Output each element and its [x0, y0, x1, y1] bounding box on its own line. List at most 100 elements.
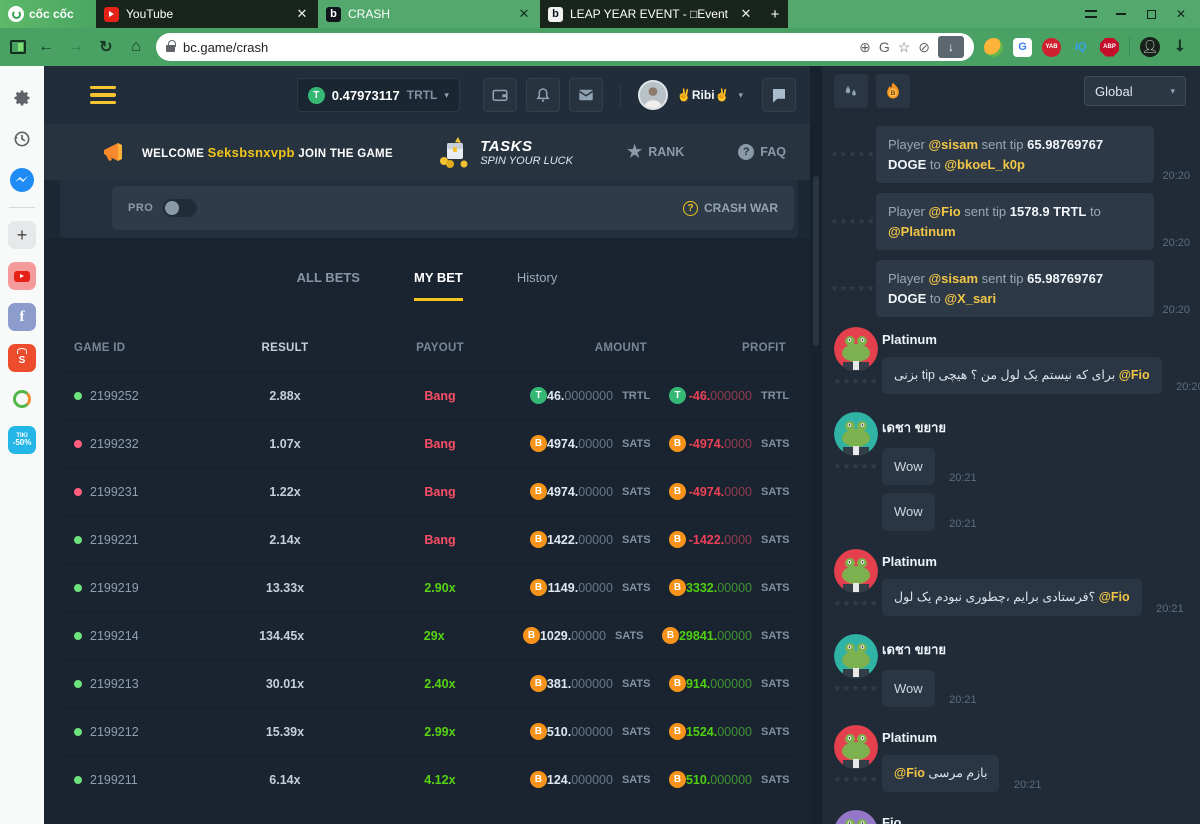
message-body: เดชา ขยายWow20:21 [882, 634, 1190, 716]
avatar[interactable] [834, 634, 878, 678]
url-text[interactable]: bc.game/crash [183, 40, 851, 55]
forward-button[interactable]: → [66, 38, 86, 56]
coindrop-fire-button[interactable]: B [876, 74, 910, 108]
username[interactable]: ✌Ribi✌ [677, 88, 730, 102]
restore-button[interactable] [1138, 3, 1164, 25]
game-id-cell: 2199252 [60, 389, 210, 403]
extension-abp-icon[interactable]: ABP [1100, 38, 1119, 57]
coccoc-shortcut-icon[interactable] [8, 385, 36, 413]
chat-username[interactable]: Platinum [882, 554, 1190, 569]
rain-icon-button[interactable] [834, 74, 868, 108]
table-row[interactable]: 21992311.22xBang4974.00000SATS-4974.0000… [60, 467, 798, 515]
chevron-down-icon[interactable]: ▾ [738, 90, 743, 101]
table-row[interactable]: 21992116.14x4.12x124.000000SATS510.00000… [60, 755, 798, 803]
back-button[interactable]: ← [36, 38, 56, 56]
message-body: เดชา ขยายWow20:21Wow20:21 [882, 412, 1190, 539]
tab-my-bet[interactable]: MY BET [414, 270, 463, 301]
tiki-shortcut-icon[interactable]: TIKI -50% [8, 426, 36, 454]
table-row[interactable]: 2199214134.45x29x1029.00000SATS29841.000… [60, 611, 798, 659]
balance-dropdown[interactable]: 0.47973117 TRTL ▾ [297, 78, 460, 112]
tab-all-bets[interactable]: ALL BETS [297, 270, 360, 301]
browser-status-icon[interactable] [1078, 3, 1104, 25]
user-avatar[interactable] [638, 80, 668, 110]
chat-username[interactable]: Platinum [882, 730, 1190, 745]
extension-coccoc-icon[interactable] [984, 38, 1003, 57]
facebook-shortcut-icon[interactable]: f [8, 303, 36, 331]
mail-button[interactable] [569, 78, 603, 112]
mention[interactable]: @Fio [928, 204, 960, 219]
pro-toggle[interactable] [163, 199, 197, 217]
chat-username[interactable]: Fio [882, 815, 1190, 824]
table-row[interactable]: 219921215.39x2.99x510.000000SATS1524.000… [60, 707, 798, 755]
mention[interactable]: @bkoeL_k0p [944, 157, 1025, 172]
avatar-column: ★★★★★ [830, 810, 882, 824]
tab-youtube[interactable]: YouTube ✕ [96, 0, 318, 28]
tab-history[interactable]: History [517, 270, 557, 301]
tab-leap-year-event[interactable]: b LEAP YEAR EVENT - □Event - C ✕ [540, 0, 762, 28]
avatar[interactable] [834, 327, 878, 371]
tasks-link[interactable]: TASKS SPIN YOUR LUCK [434, 135, 573, 169]
youtube-shortcut-icon[interactable] [8, 262, 36, 290]
profit-value: -4974.0000 [686, 437, 752, 451]
chat-username[interactable]: Platinum [882, 332, 1190, 347]
bookmark-star-icon[interactable]: ☆ [898, 39, 911, 56]
faq-link[interactable]: ? FAQ [738, 144, 786, 160]
minimize-button[interactable] [1108, 3, 1134, 25]
zoom-icon[interactable]: ⊕ [859, 39, 871, 56]
address-bar[interactable]: bc.game/crash ⊕ G ☆ ⊘ ↓ [156, 33, 974, 61]
messenger-icon[interactable] [8, 166, 36, 194]
mention[interactable]: @Fio [1119, 368, 1150, 382]
sidebar-toggle-icon[interactable] [10, 40, 26, 54]
tab-crash-active[interactable]: b CRASH ✕ [318, 0, 540, 28]
history-icon[interactable] [8, 125, 36, 153]
avatar[interactable] [834, 412, 878, 456]
rank-link[interactable]: ★ RANK [627, 142, 684, 162]
game-id: 2199212 [90, 725, 139, 739]
profit-cell: 29841.00000SATS [652, 627, 798, 644]
table-row[interactable]: 21992321.07xBang4974.00000SATS-4974.0000… [60, 419, 798, 467]
chat-username[interactable]: เดชา ขยาย [882, 417, 1190, 438]
table-row[interactable]: 21992522.88xBang46.0000000TRTL-46.000000… [60, 371, 798, 419]
mention[interactable]: @Platinum [888, 224, 956, 239]
table-row[interactable]: 21992212.14xBang1422.00000SATS-1422.0000… [60, 515, 798, 563]
avatar[interactable] [834, 810, 878, 824]
chat-toggle-button[interactable] [762, 78, 796, 112]
wallet-button[interactable] [483, 78, 517, 112]
extension-iq-icon[interactable]: IQ [1071, 38, 1090, 57]
translate-icon[interactable]: G [879, 39, 890, 55]
reload-button[interactable]: ↻ [96, 37, 116, 57]
settings-gear-icon[interactable] [8, 84, 36, 112]
page-scrollbar[interactable] [810, 66, 822, 824]
avatar[interactable] [834, 549, 878, 593]
add-shortcut-button[interactable]: + [8, 221, 36, 249]
chat-channel-select[interactable]: Global ▾ [1084, 76, 1186, 106]
profile-icon[interactable]: 👤︎ [1140, 37, 1160, 57]
extension-yab-icon[interactable]: YAB [1042, 38, 1061, 57]
avatar[interactable] [834, 725, 878, 769]
mention[interactable]: @Fio [894, 766, 925, 780]
mention[interactable]: @sisam [928, 137, 978, 152]
sats-coin-icon [669, 531, 686, 548]
shield-icon[interactable]: ⊘ [918, 39, 930, 56]
menu-hamburger-icon[interactable] [90, 86, 116, 105]
mention[interactable]: @Fio [1099, 590, 1130, 604]
close-button[interactable]: ✕ [1168, 3, 1194, 25]
extension-translate-icon[interactable]: G [1013, 38, 1032, 57]
new-tab-button[interactable]: + [762, 0, 788, 28]
tab-close-icon[interactable]: ✕ [738, 6, 754, 22]
tab-close-icon[interactable]: ✕ [294, 6, 310, 22]
game-id-cell: 2199213 [60, 677, 210, 691]
table-row[interactable]: 219921330.01x2.40x381.000000SATS914.0000… [60, 659, 798, 707]
shopee-shortcut-icon[interactable]: S [8, 344, 36, 372]
avatar-column: ★★★★★ [830, 725, 882, 800]
download-bar-button[interactable]: ↓ [938, 36, 964, 58]
mention[interactable]: @sisam [928, 271, 978, 286]
downloads-icon[interactable]: ⭣ [1170, 38, 1190, 56]
mention[interactable]: @X_sari [944, 291, 996, 306]
notifications-bell-button[interactable] [526, 78, 560, 112]
crash-war-link[interactable]: ? CRASH WAR [683, 201, 778, 216]
home-button[interactable]: ⌂ [126, 38, 146, 56]
tab-close-icon[interactable]: ✕ [516, 6, 532, 22]
table-row[interactable]: 219921913.33x2.90x1149.00000SATS3332.000… [60, 563, 798, 611]
chat-username[interactable]: เดชา ขยาย [882, 639, 1190, 660]
